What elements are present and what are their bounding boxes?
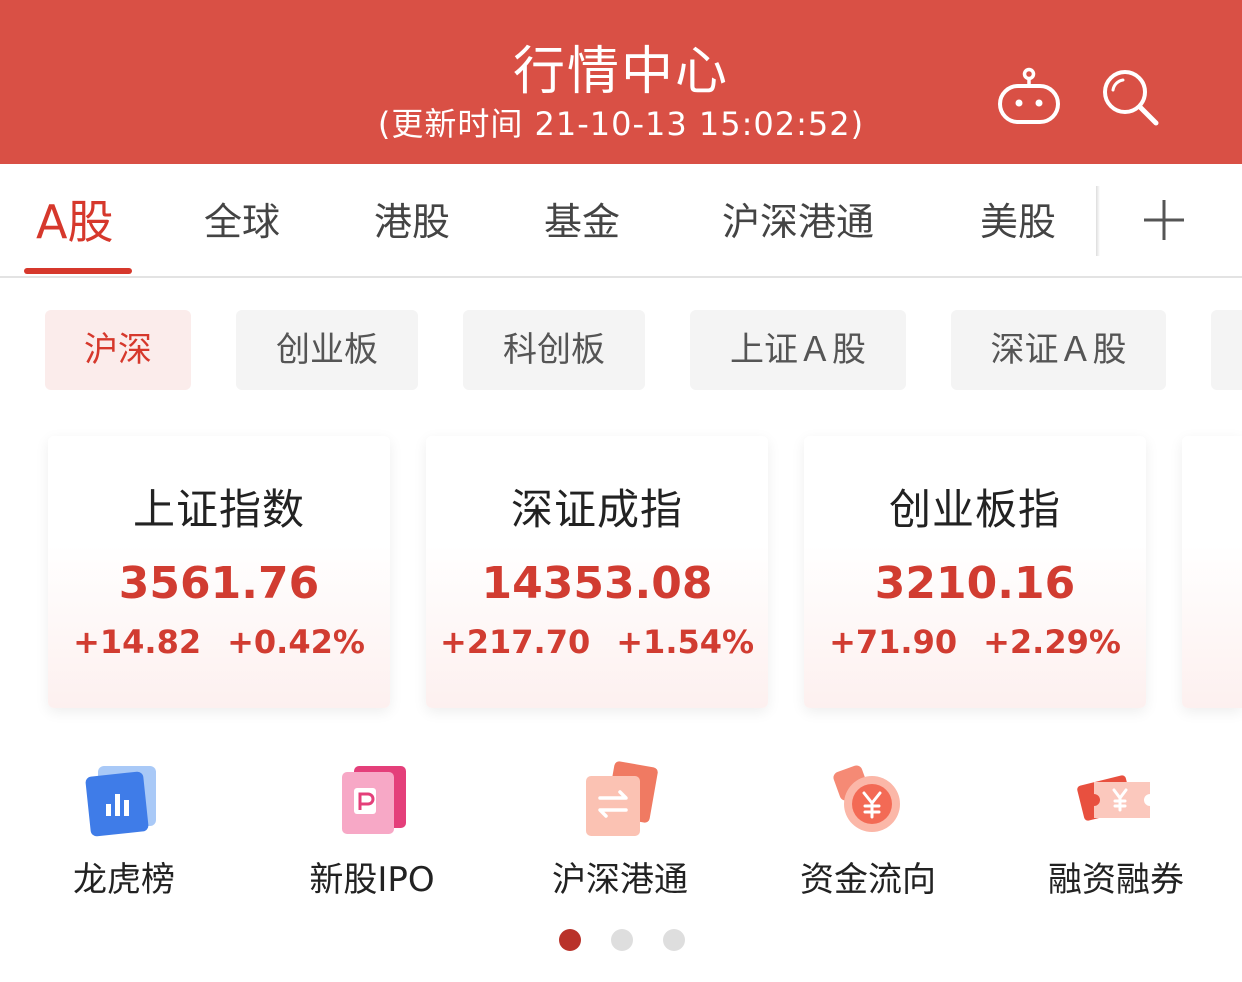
active-tab-indicator [24, 268, 132, 274]
index-card-shenzhen[interactable]: 深证成指 14353.08 +217.70 +1.54% [426, 436, 768, 708]
index-percent: +1.54% [616, 623, 755, 661]
tab-stock-connect[interactable]: 沪深港通 [722, 192, 874, 252]
func-capital-flow[interactable]: 资金流向 [744, 760, 992, 910]
app-header: 行情中心 (更新时间 21-10-13 15:02:52) [0, 0, 1242, 164]
tab-divider [1096, 186, 1100, 256]
filter-chip-hushen[interactable]: 沪深 [45, 310, 191, 390]
index-change-row: +14.82 +0.42% [48, 622, 390, 662]
robot-assistant-button[interactable] [994, 66, 1064, 130]
tab-us-stocks[interactable]: 美股 [980, 192, 1056, 252]
page-dot-2[interactable] [611, 929, 633, 951]
search-button[interactable] [1098, 66, 1164, 130]
index-change: +217.70 [439, 623, 591, 661]
func-stock-connect[interactable]: 沪深港通 [496, 760, 744, 910]
func-new-ipo[interactable]: 新股IPO [248, 760, 496, 910]
index-percent: +2.29% [983, 623, 1121, 661]
yuan-coin-icon [833, 765, 900, 832]
index-change: +14.82 [73, 623, 202, 661]
yuan-ticket-icon [1077, 775, 1150, 821]
index-name: 创业板指 [888, 485, 1061, 534]
index-value: 3210.16 [874, 558, 1076, 609]
filter-chip-more[interactable] [1211, 310, 1242, 390]
index-name: 深证成指 [510, 485, 683, 534]
func-label: 融资融券 [1048, 860, 1184, 900]
index-percent: +0.42% [227, 623, 365, 661]
robot-icon [998, 67, 1060, 124]
index-change: +71.90 [829, 623, 958, 661]
func-label: 沪深港通 [552, 860, 688, 900]
filter-chip-szse-a[interactable]: 深证Ａ股 [951, 310, 1166, 390]
market-tabs: A股 全球 港股 基金 沪深港通 美股 [0, 164, 1242, 278]
index-value: 3561.76 [118, 558, 320, 609]
index-change-row: +71.90 +2.29% [804, 622, 1146, 662]
func-label: 资金流向 [800, 860, 936, 900]
func-margin-trading[interactable]: 融资融券 [992, 760, 1240, 910]
search-icon [1103, 70, 1159, 126]
filter-chip-sse-a[interactable]: 上证Ａ股 [690, 310, 906, 390]
func-dragon-tiger[interactable]: 龙虎榜 [0, 760, 248, 910]
index-card-partial[interactable] [1182, 436, 1242, 708]
index-card-chinext[interactable]: 创业板指 3210.16 +71.90 +2.29% [804, 436, 1146, 708]
filter-chip-star-market[interactable]: 科创板 [463, 310, 645, 390]
transfer-card-icon [586, 761, 658, 836]
index-card-shanghai[interactable]: 上证指数 3561.76 +14.82 +0.42% [48, 436, 390, 708]
tab-hk-stocks[interactable]: 港股 [374, 192, 450, 252]
plus-icon [1144, 200, 1184, 240]
filter-chip-chinext[interactable]: 创业板 [236, 310, 418, 390]
tab-global[interactable]: 全球 [204, 192, 280, 252]
index-value: 14353.08 [481, 558, 713, 609]
func-label: 龙虎榜 [73, 860, 175, 900]
ipo-card-icon [342, 766, 406, 834]
index-change-row: +217.70 +1.54% [426, 622, 768, 662]
func-label: 新股IPO [309, 860, 435, 900]
add-tab-button[interactable] [1138, 194, 1190, 246]
page-dot-1[interactable] [559, 929, 581, 951]
tab-a-shares[interactable]: A股 [36, 192, 113, 252]
index-name: 上证指数 [132, 485, 305, 534]
page-dot-3[interactable] [663, 929, 685, 951]
tab-funds[interactable]: 基金 [544, 192, 620, 252]
chart-card-icon [85, 766, 156, 837]
